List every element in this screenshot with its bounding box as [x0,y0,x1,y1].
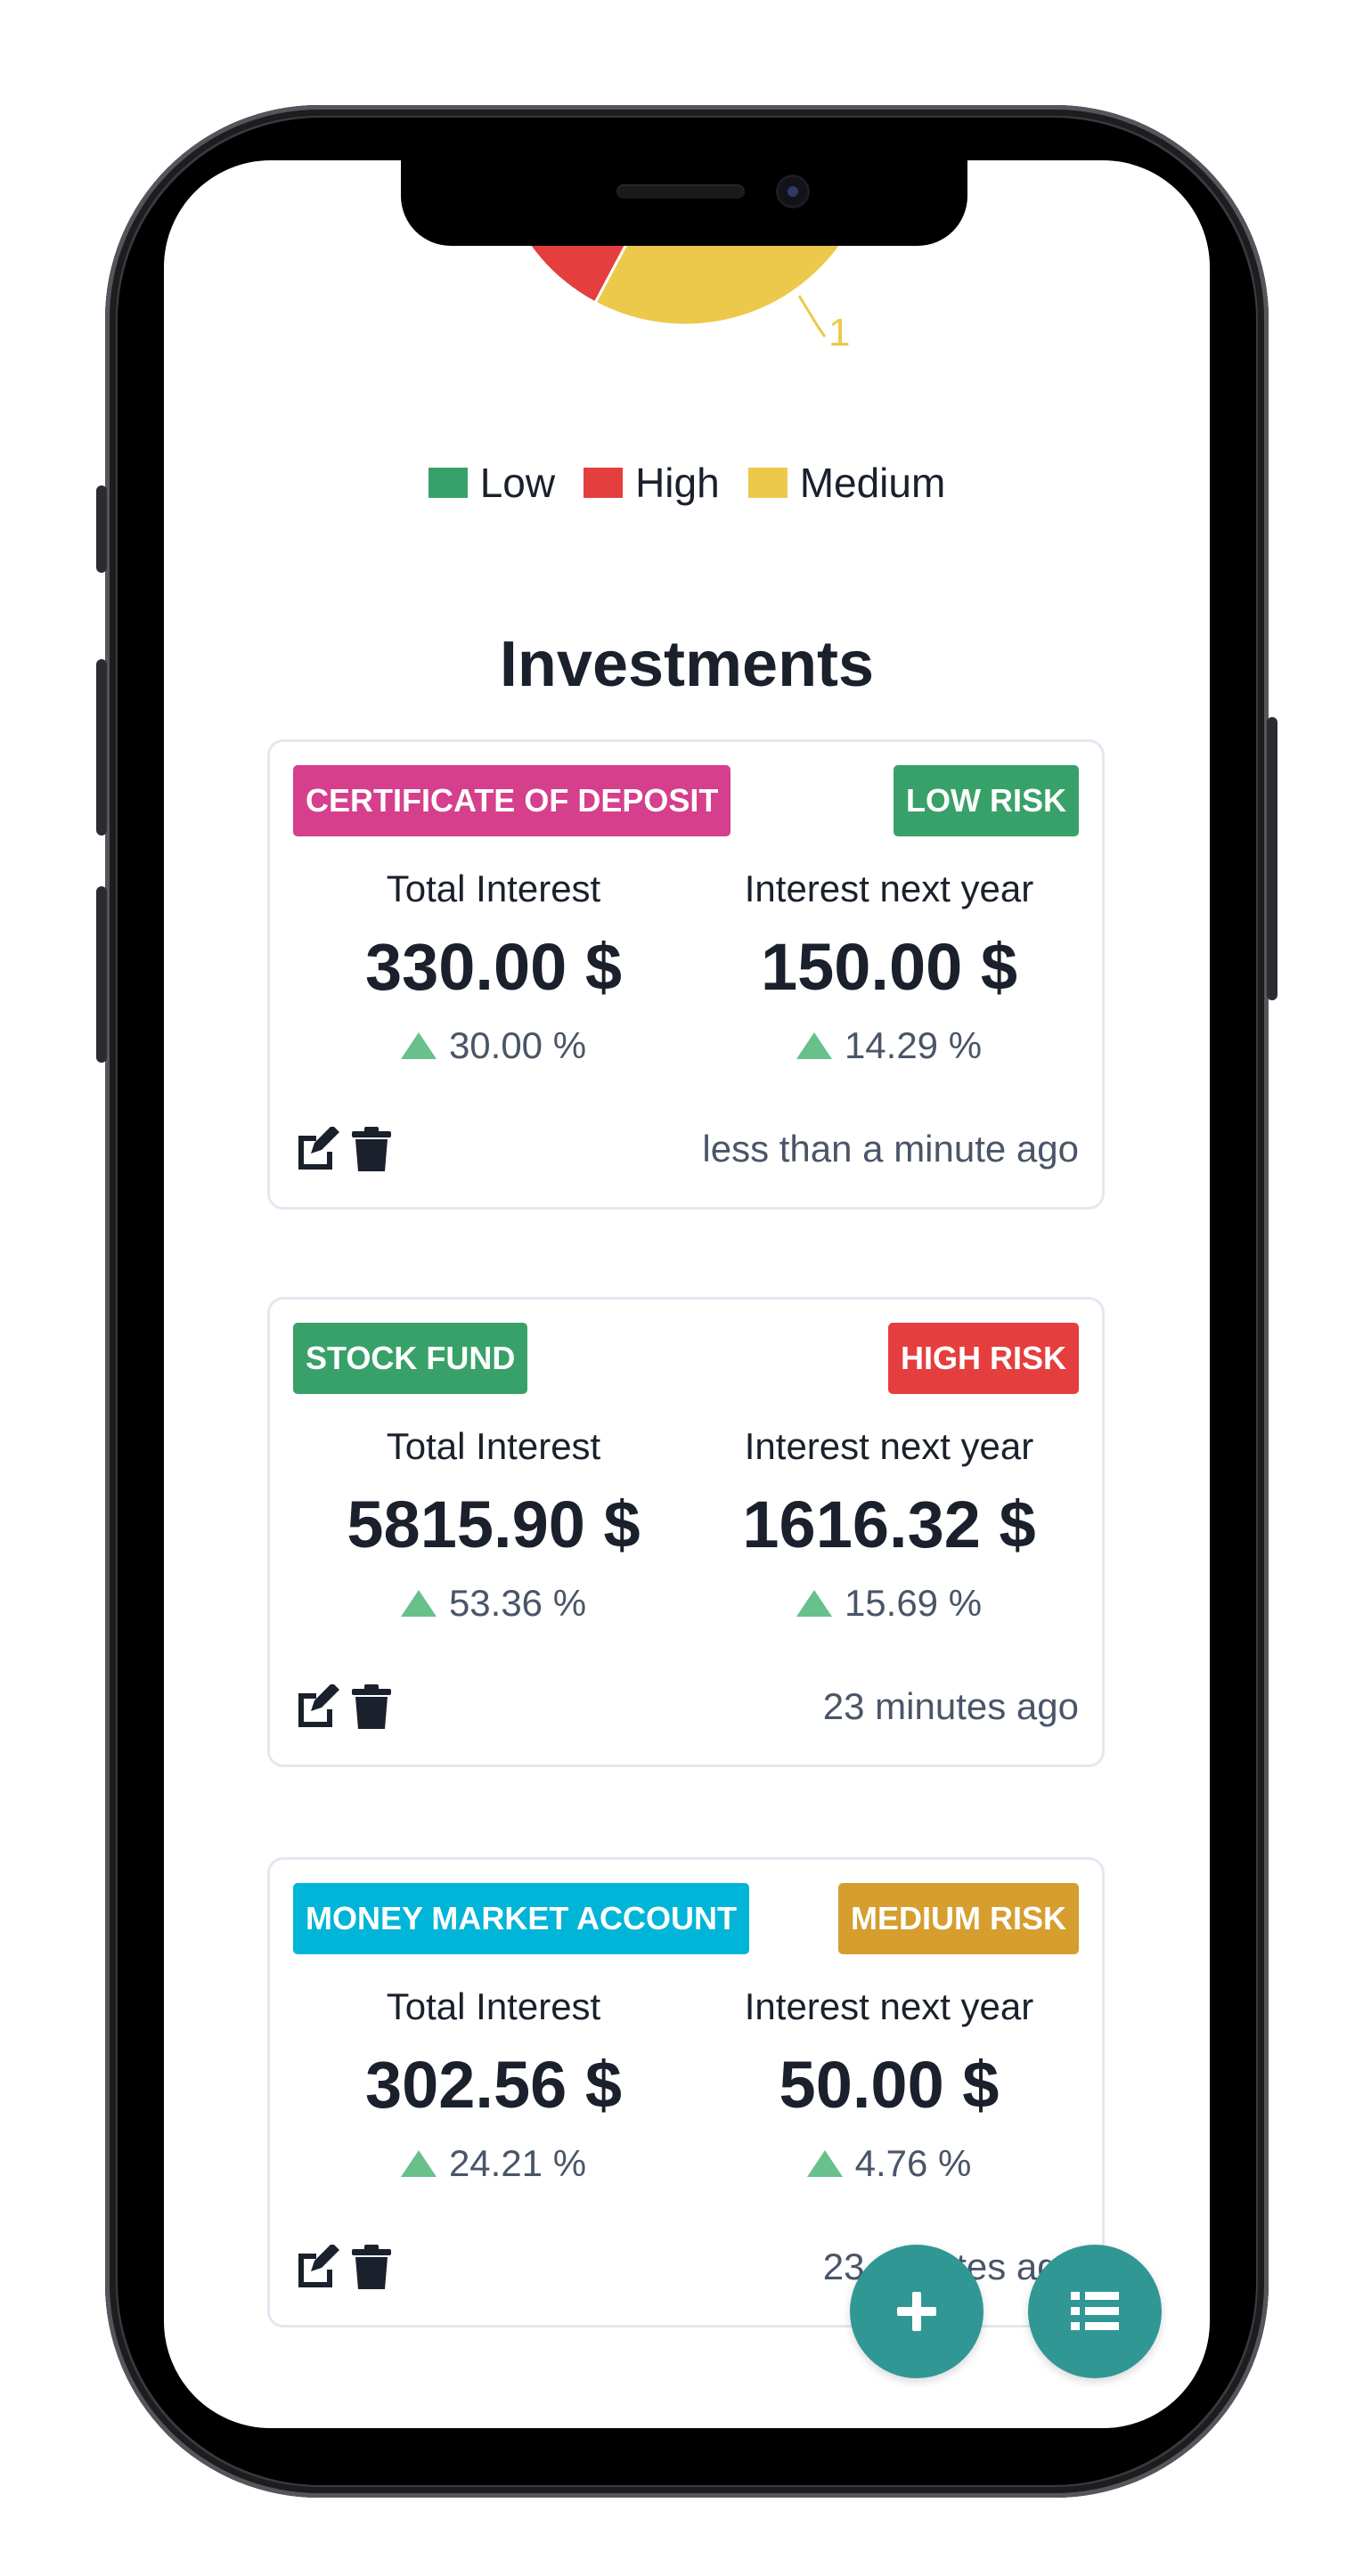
increase-arrow-icon [796,1590,832,1617]
total-interest-change: 24.21 % [293,2141,694,2186]
investment-card: STOCK FUND HIGH RISK Total Interest 5815… [267,1297,1105,1767]
total-interest-label: Total Interest [386,1985,601,2027]
edit-icon[interactable] [293,1684,339,1729]
risk-badge: HIGH RISK [887,1323,1079,1394]
increase-arrow-icon [400,1590,437,1617]
app-screen: 1 Low High Medium Investments CERTIFICAT… [164,160,1210,2428]
edit-icon[interactable] [293,2245,339,2289]
updated-time: less than a minute ago [702,1128,1079,1170]
pie-data-label: 1 [828,311,850,355]
next-year-change: 15.69 % [689,1581,1090,1626]
legend-item-low[interactable]: Low [428,459,555,507]
legend-swatch [747,468,788,498]
side-button-volume-down [96,886,107,1063]
total-interest-value: 5815.90 $ [347,1488,641,1561]
total-interest-label: Total Interest [386,868,601,909]
investment-card: CERTIFICATE OF DEPOSIT LOW RISK Total In… [267,739,1105,1210]
total-interest-column: Total Interest 5815.90 $ 53.36 % [293,1424,694,1626]
trash-icon[interactable] [352,1127,391,1171]
total-interest-value: 330.00 $ [364,930,623,1004]
increase-arrow-icon [796,1032,832,1059]
next-year-value: 50.00 $ [779,2048,1000,2122]
card-actions [293,1684,391,1729]
phone-notch [401,160,967,246]
next-year-change: 4.76 % [689,2141,1090,2186]
pie-label-leader [797,295,827,338]
next-year-value: 1616.32 $ [742,1488,1036,1561]
side-button-power [1267,717,1277,1000]
next-year-label: Interest next year [744,1425,1034,1467]
investment-card: MONEY MARKET ACCOUNT MEDIUM RISK Total I… [267,1857,1105,2327]
legend-swatch [584,468,624,498]
investment-type-badge: CERTIFICATE OF DEPOSIT [293,765,731,836]
card-actions [293,1127,391,1171]
total-interest-change: 53.36 % [293,1581,694,1626]
legend-label: Medium [799,460,946,506]
legend-item-medium[interactable]: Medium [747,459,946,507]
legend-label: High [635,460,720,506]
side-button-volume-up [96,659,107,836]
next-year-change: 14.29 % [689,1023,1090,1068]
increase-arrow-icon [400,1032,437,1059]
investment-type-badge: MONEY MARKET ACCOUNT [293,1883,749,1954]
front-camera [779,177,807,206]
updated-time: 23 minutes ago [822,1685,1079,1727]
next-year-column: Interest next year 50.00 $ 4.76 % [689,1985,1090,2186]
total-interest-change: 30.00 % [293,1023,694,1068]
card-actions [293,2245,391,2289]
list-icon [1071,2292,1119,2330]
increase-arrow-icon [806,2150,843,2177]
legend-label: Low [479,460,556,506]
list-view-button[interactable] [1028,2245,1162,2378]
next-year-label: Interest next year [744,868,1034,909]
total-interest-column: Total Interest 302.56 $ 24.21 % [293,1985,694,2186]
trash-icon[interactable] [352,2245,391,2289]
total-interest-column: Total Interest 330.00 $ 30.00 % [293,867,694,1068]
total-interest-value: 302.56 $ [364,2048,623,2122]
total-interest-label: Total Interest [386,1425,601,1467]
risk-badge: MEDIUM RISK [838,1883,1079,1954]
next-year-column: Interest next year 1616.32 $ 15.69 % [689,1424,1090,1626]
add-investment-button[interactable] [850,2245,983,2378]
increase-arrow-icon [400,2150,437,2177]
trash-icon[interactable] [352,1684,391,1729]
next-year-label: Interest next year [744,1985,1034,2027]
page-title: Investments [499,629,875,700]
speaker-grille [616,184,745,199]
investment-type-badge: STOCK FUND [293,1323,528,1394]
risk-badge: LOW RISK [894,765,1079,836]
side-button-silent [96,485,107,573]
next-year-value: 150.00 $ [760,930,1018,1004]
next-year-column: Interest next year 150.00 $ 14.29 % [689,867,1090,1068]
plus-icon [897,2292,936,2331]
chart-legend: Low High Medium [164,459,1210,507]
edit-icon[interactable] [293,1127,339,1171]
legend-item-high[interactable]: High [584,459,720,507]
legend-swatch [428,468,468,498]
